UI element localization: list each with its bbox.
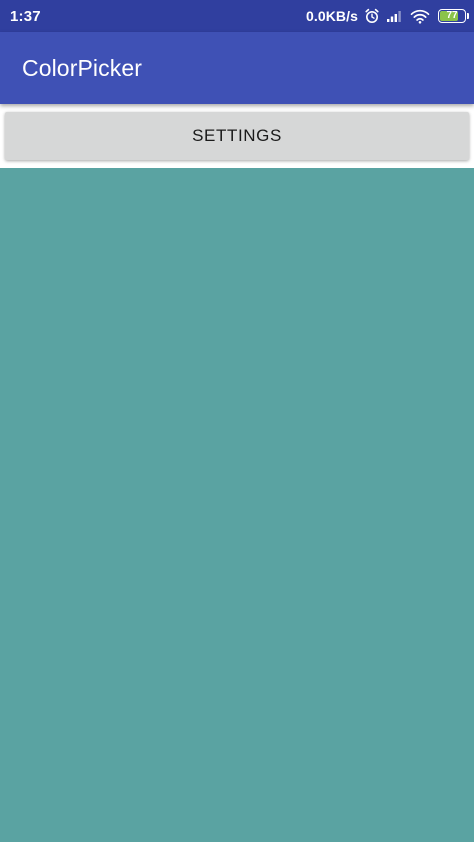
app-bar: ColorPicker: [0, 32, 474, 104]
battery-tip: [467, 13, 469, 19]
settings-button[interactable]: SETTINGS: [5, 112, 469, 160]
screen: 1:37 0.0KB/s 77 ColorPicker SETTINGS: [0, 0, 474, 842]
signal-icon: [386, 9, 404, 23]
main-content: SETTINGS: [0, 104, 474, 842]
status-bar: 1:37 0.0KB/s 77: [0, 0, 474, 32]
color-preview: [0, 168, 474, 842]
wifi-icon: [410, 9, 430, 24]
battery-icon: 77: [438, 9, 469, 23]
battery-level: 77: [446, 10, 458, 21]
network-speed: 0.0KB/s: [305, 8, 358, 24]
app-title: ColorPicker: [22, 54, 142, 81]
status-time: 1:37: [10, 7, 41, 25]
alarm-icon: [364, 8, 380, 24]
status-icons: 0.0KB/s 77: [305, 8, 469, 24]
